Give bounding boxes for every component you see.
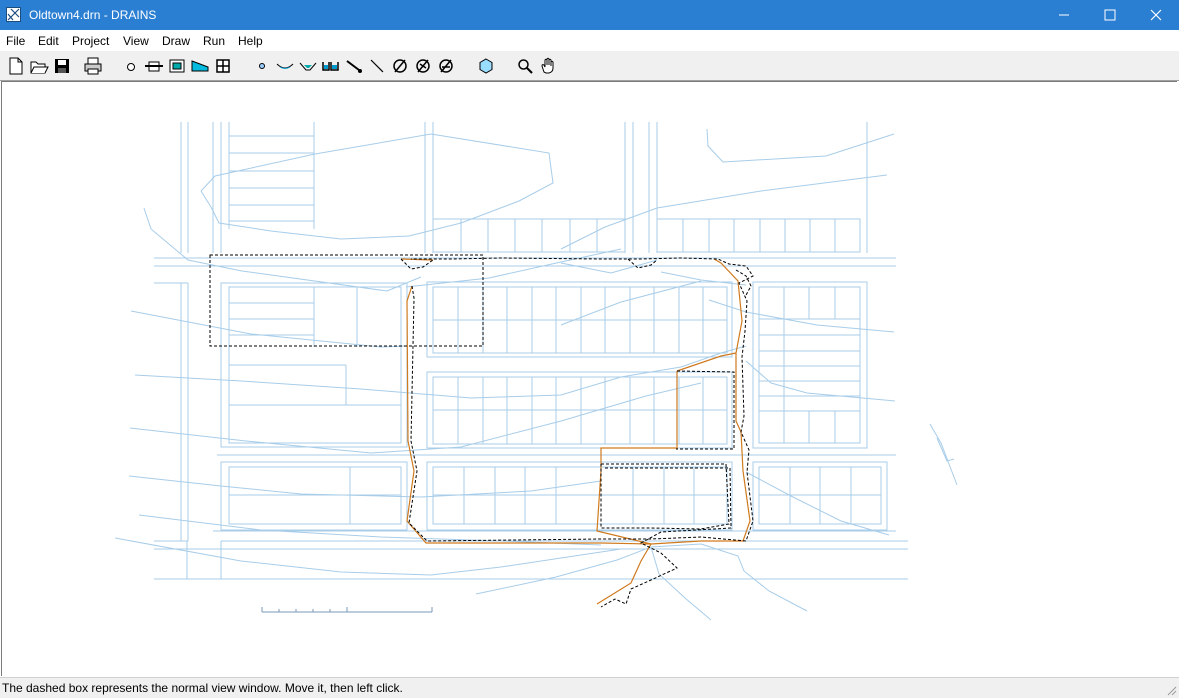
menu-file[interactable]: File bbox=[6, 33, 25, 49]
menu-view[interactable]: View bbox=[123, 33, 149, 49]
scale-bar bbox=[261, 607, 433, 613]
overflow-route-button[interactable] bbox=[297, 55, 319, 77]
open-button[interactable] bbox=[28, 55, 50, 77]
no-link-icon bbox=[416, 59, 430, 73]
small-node-button[interactable] bbox=[251, 55, 273, 77]
menu-edit[interactable]: Edit bbox=[38, 33, 59, 49]
hexagon-icon bbox=[479, 58, 493, 74]
close-button[interactable] bbox=[1133, 0, 1179, 30]
culvert-button[interactable] bbox=[320, 55, 342, 77]
channel-icon bbox=[191, 60, 209, 72]
no-node-button[interactable] bbox=[389, 55, 411, 77]
overflow-route-icon bbox=[299, 62, 317, 71]
close-icon bbox=[1150, 9, 1162, 21]
pipe-link-icon bbox=[346, 60, 362, 73]
open-channel-button[interactable] bbox=[274, 55, 296, 77]
line-button[interactable] bbox=[366, 55, 388, 77]
print-button[interactable] bbox=[82, 55, 104, 77]
grid-icon bbox=[216, 59, 230, 73]
save-disk-icon bbox=[55, 59, 69, 73]
open-folder-icon bbox=[30, 61, 49, 74]
status-bar: The dashed box represents the normal vie… bbox=[0, 677, 1179, 698]
pipe-network bbox=[400, 258, 751, 605]
basin-tool-button[interactable] bbox=[166, 55, 188, 77]
pit-icon bbox=[145, 61, 163, 72]
menu-help[interactable]: Help bbox=[238, 33, 263, 49]
window-title: Oldtown4.drn - DRAINS bbox=[29, 8, 157, 22]
toolbar bbox=[0, 51, 1179, 81]
pan-button[interactable] bbox=[537, 55, 559, 77]
property-lines bbox=[114, 122, 958, 621]
zoom-button[interactable] bbox=[514, 55, 536, 77]
node-tool-button[interactable] bbox=[120, 55, 142, 77]
app-icon[interactable] bbox=[6, 7, 21, 22]
catchment-plan-drawing[interactable] bbox=[2, 82, 1178, 677]
overland-flow-paths bbox=[400, 257, 754, 608]
status-message: The dashed box represents the normal vie… bbox=[2, 681, 403, 695]
line-icon bbox=[370, 59, 384, 73]
no-node-icon bbox=[393, 59, 407, 73]
zoom-icon bbox=[518, 59, 533, 74]
resize-grip-icon[interactable] bbox=[1165, 684, 1177, 696]
hexagon-button[interactable] bbox=[475, 55, 497, 77]
pan-hand-icon bbox=[541, 57, 554, 74]
maximize-icon bbox=[1104, 9, 1116, 21]
culvert-icon bbox=[322, 62, 339, 71]
open-channel-icon bbox=[276, 63, 294, 69]
grid-tool-button[interactable] bbox=[212, 55, 234, 77]
no-overflow-icon bbox=[439, 59, 453, 73]
node-circle-icon bbox=[127, 63, 135, 71]
view-window-box bbox=[209, 254, 484, 347]
save-button[interactable] bbox=[51, 55, 73, 77]
menu-project[interactable]: Project bbox=[72, 33, 109, 49]
print-icon bbox=[84, 57, 102, 75]
minimize-icon bbox=[1059, 14, 1069, 16]
no-link-button[interactable] bbox=[412, 55, 434, 77]
maximize-button[interactable] bbox=[1087, 0, 1133, 30]
drawing-canvas[interactable] bbox=[1, 81, 1177, 676]
menu-draw[interactable]: Draw bbox=[162, 33, 190, 49]
new-file-icon bbox=[9, 57, 23, 75]
pipe-link-button[interactable] bbox=[343, 55, 365, 77]
menu-run[interactable]: Run bbox=[203, 33, 225, 49]
minimize-button[interactable] bbox=[1041, 0, 1087, 30]
pit-tool-button[interactable] bbox=[143, 55, 165, 77]
small-node-icon bbox=[259, 63, 265, 69]
no-overflow-button[interactable] bbox=[435, 55, 457, 77]
title-bar: Oldtown4.drn - DRAINS bbox=[0, 0, 1179, 30]
detention-basin-icon bbox=[169, 59, 185, 73]
menu-bar: File Edit Project View Draw Run Help bbox=[0, 30, 1179, 51]
new-file-button[interactable] bbox=[5, 55, 27, 77]
channel-tool-button[interactable] bbox=[189, 55, 211, 77]
